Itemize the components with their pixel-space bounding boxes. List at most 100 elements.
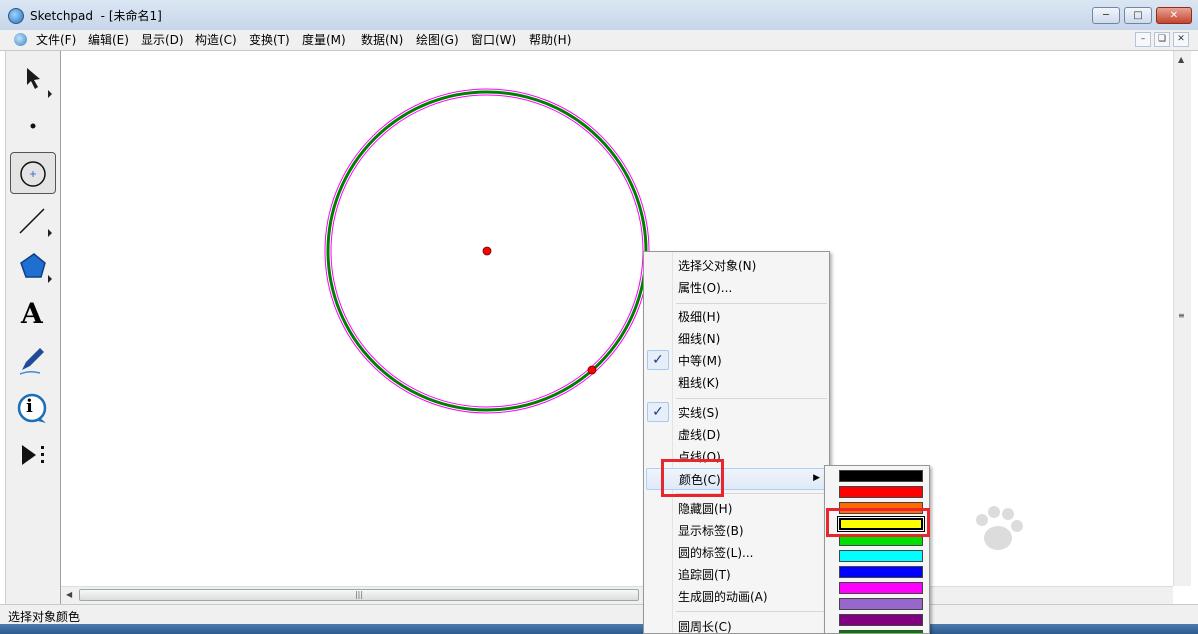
compass-tool[interactable] xyxy=(10,152,56,194)
menu-item-solid[interactable]: ✓ 实线(S) xyxy=(646,402,827,424)
restore-icon: □ xyxy=(1133,10,1143,21)
menu-item-dashed[interactable]: 虚线(D) xyxy=(646,424,827,446)
color-swatch-purple[interactable] xyxy=(839,614,923,626)
point-tool[interactable] xyxy=(10,104,56,146)
marker-tool[interactable] xyxy=(10,340,56,382)
close-icon: ✕ xyxy=(1169,10,1179,21)
point-icon xyxy=(30,123,36,129)
doc-restore-button[interactable]: ❏ xyxy=(1154,32,1170,47)
toolbox: A i xyxy=(5,51,61,604)
menu-item-label: 显示标签(B) xyxy=(678,524,744,538)
document-icon[interactable] xyxy=(14,33,27,46)
horizontal-scrollbar[interactable]: ◀ ||| xyxy=(61,586,1173,604)
menu-bar: 文件(F) 编辑(E) 显示(D) 构造(C) 变换(T) 度量(M) 数据(N… xyxy=(0,30,1198,51)
color-swatch-yellow[interactable] xyxy=(837,516,925,532)
menu-item-label: 细线(N) xyxy=(678,332,721,346)
status-text: 选择对象颜色 xyxy=(8,610,81,624)
color-swatch-green[interactable] xyxy=(839,534,923,546)
vertical-scrollbar[interactable]: ▲ ≡ xyxy=(1173,51,1191,586)
text-tool[interactable]: A xyxy=(10,294,56,336)
menu-item-color[interactable]: 颜色(C) ▶ xyxy=(646,468,827,490)
center-point xyxy=(482,246,492,256)
close-button[interactable]: ✕ xyxy=(1156,7,1192,24)
menu-item-line-medium[interactable]: ✓ 中等(M) xyxy=(646,350,827,372)
maximize-button[interactable]: □ xyxy=(1124,7,1152,24)
menu-item-show-label[interactable]: 显示标签(B) xyxy=(646,520,827,542)
menu-item-line-thick[interactable]: 粗线(K) xyxy=(646,372,827,394)
menu-item-circle-label[interactable]: 圆的标签(L)... xyxy=(646,542,827,564)
marker-pen-icon xyxy=(19,348,44,375)
color-swatch-magenta[interactable] xyxy=(839,582,923,594)
menu-item-label: 选择父对象(N) xyxy=(678,259,757,273)
status-bar: 选择对象颜色 xyxy=(0,604,1198,625)
info-glyph: i xyxy=(26,396,33,417)
straightedge-tool[interactable] xyxy=(10,201,56,243)
close-icon: ✕ xyxy=(1177,34,1185,44)
menu-item-label: 属性(O)... xyxy=(678,281,733,295)
document-title: - [未命名1] xyxy=(100,9,162,23)
doc-close-button[interactable]: ✕ xyxy=(1173,32,1189,47)
color-swatch-dark-green[interactable] xyxy=(839,630,923,633)
menu-item-label: 中等(M) xyxy=(678,354,722,368)
menu-item-label: 实线(S) xyxy=(678,406,719,420)
menu-item-circumference[interactable]: 圆周长(C) xyxy=(646,616,827,634)
color-swatch-blue[interactable] xyxy=(839,566,923,578)
horizontal-scroll-thumb[interactable]: ||| xyxy=(79,589,639,601)
menu-edit[interactable]: 编辑(E) xyxy=(86,32,131,48)
menu-item-trace-circle[interactable]: 追踪圆(T) xyxy=(646,564,827,586)
minimize-icon: – xyxy=(1140,34,1146,44)
info-icon xyxy=(17,393,47,423)
menu-construct[interactable]: 构造(C) xyxy=(193,32,239,48)
doc-minimize-button[interactable]: – xyxy=(1135,32,1151,47)
minimize-button[interactable]: ─ xyxy=(1092,7,1120,24)
menu-item-label: 生成圆的动画(A) xyxy=(678,590,768,604)
color-swatch-red[interactable] xyxy=(839,486,923,498)
menu-separator xyxy=(676,493,827,494)
menu-item-select-parents[interactable]: 选择父对象(N) xyxy=(646,255,827,277)
information-tool[interactable]: i xyxy=(10,387,56,429)
menu-window[interactable]: 窗口(W) xyxy=(469,32,518,48)
color-swatch-lavender[interactable] xyxy=(839,598,923,610)
scroll-left-icon[interactable]: ◀ xyxy=(66,590,72,599)
color-swatch-black[interactable] xyxy=(839,470,923,482)
paw-watermark-icon xyxy=(976,506,1023,550)
menu-item-label: 点线(O) xyxy=(678,450,721,464)
window-title: Sketchpad - [未命名1] xyxy=(30,7,162,24)
color-swatch-cyan[interactable] xyxy=(839,550,923,562)
menu-item-properties[interactable]: 属性(O)... xyxy=(646,277,827,299)
menu-transform[interactable]: 变换(T) xyxy=(247,32,292,48)
checkmark-icon: ✓ xyxy=(647,402,669,422)
custom-tool[interactable] xyxy=(10,434,56,476)
menu-item-hide-circle[interactable]: 隐藏圆(H) xyxy=(646,498,827,520)
polygon-tool[interactable] xyxy=(10,247,56,289)
selection-arrow-tool[interactable] xyxy=(10,59,56,101)
menu-display[interactable]: 显示(D) xyxy=(139,32,186,48)
color-swatch-orange[interactable] xyxy=(839,502,923,514)
app-name: Sketchpad xyxy=(30,9,94,23)
menu-item-animate-circle[interactable]: 生成圆的动画(A) xyxy=(646,586,827,608)
menu-measure[interactable]: 度量(M) xyxy=(300,32,348,48)
menu-help[interactable]: 帮助(H) xyxy=(527,32,573,48)
menu-item-label: 虚线(D) xyxy=(678,428,721,442)
custom-tools-icon xyxy=(22,445,44,465)
compass-circle-icon xyxy=(20,161,46,187)
scroll-up-icon[interactable]: ▲ xyxy=(1178,55,1184,64)
menu-data[interactable]: 数据(N) xyxy=(359,32,405,48)
submenu-arrow-icon: ▶ xyxy=(813,473,820,483)
menu-item-label: 圆的标签(L)... xyxy=(678,546,754,560)
menu-separator xyxy=(676,303,827,304)
menu-graph[interactable]: 绘图(G) xyxy=(414,32,461,48)
sketchpad-app-icon xyxy=(8,8,24,24)
menu-item-line-thin[interactable]: 细线(N) xyxy=(646,328,827,350)
menu-separator xyxy=(676,611,827,612)
menu-file[interactable]: 文件(F) xyxy=(34,32,78,48)
title-bar: Sketchpad - [未命名1] ─ □ ✕ xyxy=(0,0,1198,31)
menu-item-label: 圆周长(C) xyxy=(678,620,732,634)
context-menu: 选择父对象(N) 属性(O)... 极细(H) 细线(N) ✓ 中等(M) 粗线… xyxy=(643,251,830,634)
arrow-icon xyxy=(27,68,52,98)
menu-item-label: 粗线(K) xyxy=(678,376,720,390)
menu-item-label: 颜色(C) xyxy=(679,473,721,487)
menu-item-line-thinnest[interactable]: 极细(H) xyxy=(646,306,827,328)
polygon-icon xyxy=(20,253,52,283)
menu-item-dotted[interactable]: 点线(O) xyxy=(646,446,827,468)
